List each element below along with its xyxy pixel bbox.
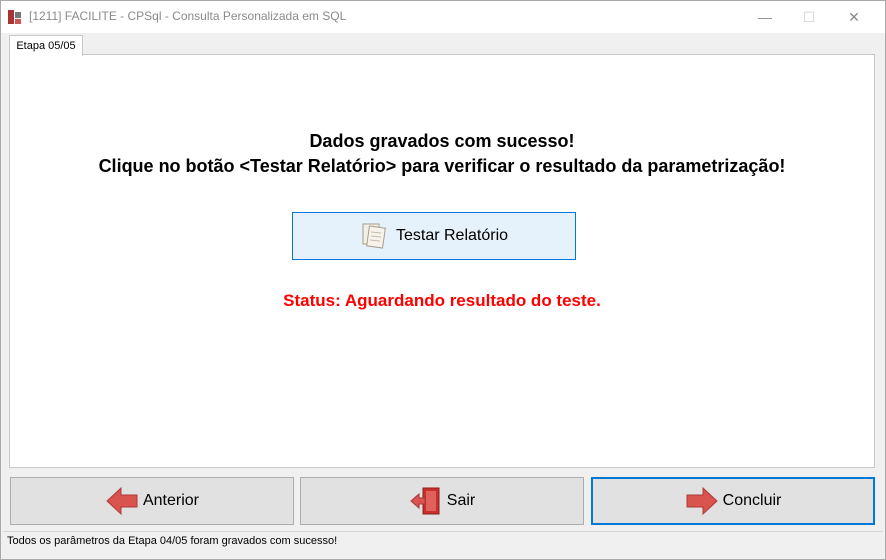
title-bar[interactable]: [1211] FACILITE - CPSql - Consulta Perso… bbox=[1, 1, 885, 33]
step-panel: Dados gravados com sucesso! Clique no bo… bbox=[9, 54, 875, 468]
sair-label: Sair bbox=[446, 492, 476, 509]
sair-button[interactable]: Sair bbox=[300, 477, 584, 525]
arrow-right-icon bbox=[686, 486, 718, 516]
status-bar-text: Todos os parâmetros da Etapa 04/05 foram… bbox=[7, 535, 338, 547]
app-window: [1211] FACILITE - CPSql - Consulta Perso… bbox=[0, 0, 886, 560]
arrow-left-icon bbox=[106, 486, 138, 516]
tab-etapa-05[interactable]: Etapa 05/05 bbox=[9, 35, 83, 56]
concluir-label: Concluir bbox=[722, 492, 782, 509]
maximize-button[interactable]: ☐ bbox=[787, 1, 831, 33]
test-report-button[interactable]: Testar Relatório bbox=[292, 212, 576, 260]
instruction-message: Clique no botão <Testar Relatório> para … bbox=[98, 156, 786, 176]
documents-icon bbox=[362, 223, 386, 249]
test-report-label: Testar Relatório bbox=[395, 227, 509, 244]
exit-door-icon bbox=[410, 487, 440, 515]
concluir-button[interactable]: Concluir bbox=[591, 477, 875, 525]
minimize-button[interactable]: — bbox=[743, 1, 787, 33]
status-bar-divider bbox=[3, 531, 883, 532]
status-bar: Todos os parâmetros da Etapa 04/05 foram… bbox=[1, 531, 885, 559]
status-text: Status: Aguardando resultado do teste. bbox=[283, 291, 601, 310]
app-logo-icon bbox=[8, 10, 21, 24]
anterior-button[interactable]: Anterior bbox=[10, 477, 294, 525]
success-message: Dados gravados com sucesso! bbox=[309, 131, 575, 151]
anterior-label: Anterior bbox=[142, 492, 200, 509]
window-title: [1211] FACILITE - CPSql - Consulta Perso… bbox=[29, 9, 347, 23]
close-button[interactable]: ✕ bbox=[832, 1, 876, 33]
